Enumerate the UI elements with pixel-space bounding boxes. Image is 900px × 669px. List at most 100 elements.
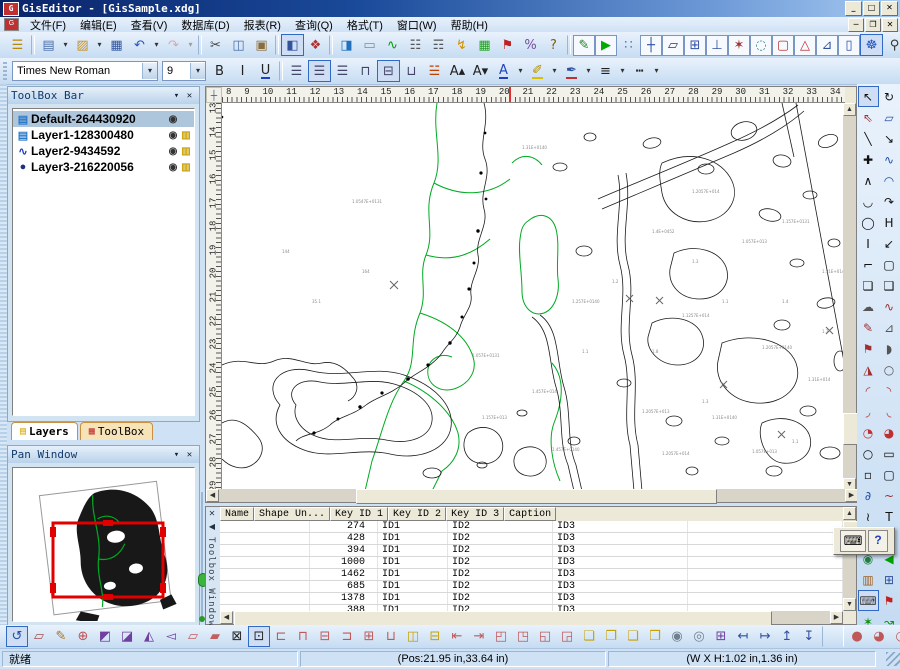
curve-dot-icon[interactable]: ~ xyxy=(879,485,900,506)
table-header-cell[interactable]: Name xyxy=(220,507,254,521)
ink-icon[interactable]: ✎ xyxy=(858,317,879,338)
map-canvas[interactable]: 1.0547E+0131 1.31E+0140 1.2057E+014 1.05… xyxy=(222,103,845,491)
rect-rotate-icon[interactable]: ▱ xyxy=(182,626,204,647)
cut-icon[interactable]: ✂ xyxy=(204,34,227,56)
layer-row-default[interactable]: ▤ Default-264430920 ◉ xyxy=(13,111,194,127)
select-arrow-icon[interactable]: ↖ xyxy=(858,86,879,107)
panel-close-button[interactable]: ✕ xyxy=(183,91,196,101)
layer-database-icon[interactable]: ▥ xyxy=(180,146,192,157)
redo-icon[interactable]: ↷ xyxy=(162,34,185,56)
scroll-up-icon[interactable]: ▲ xyxy=(843,103,856,116)
keyboard-icon[interactable]: ⌨ xyxy=(840,530,866,552)
ruler-origin-icon[interactable]: ┼ xyxy=(206,87,222,103)
union-icon[interactable]: ● xyxy=(846,626,868,647)
line-tool-icon[interactable]: ╲ xyxy=(858,128,879,149)
menu-item[interactable]: 报表(R) xyxy=(237,16,288,34)
highlight-dropdown-icon[interactable]: ▾ xyxy=(549,60,560,82)
print-icon[interactable]: ☷ xyxy=(404,34,427,56)
font-size-combo[interactable]: 9 ▾ xyxy=(162,61,206,81)
mdi-close-button[interactable]: ✕ xyxy=(882,18,898,32)
print-preview-icon[interactable]: ☶ xyxy=(427,34,450,56)
corner-tr-icon[interactable]: ◳ xyxy=(512,626,534,647)
lightning-icon[interactable]: ↯ xyxy=(450,34,473,56)
bring-forward-icon[interactable]: ❑ xyxy=(622,626,644,647)
scrollbar-thumb[interactable] xyxy=(234,611,772,626)
panel-close-button[interactable]: ✕ xyxy=(183,450,196,460)
mdi-minimize-button[interactable]: ─ xyxy=(848,18,864,32)
fill-color-icon[interactable]: ✒ xyxy=(560,60,583,82)
menu-item[interactable]: 查看(V) xyxy=(124,16,175,34)
rotate-free-icon[interactable]: ↺ xyxy=(6,626,28,647)
arc-red2-icon[interactable]: ◝ xyxy=(879,380,900,401)
close-button[interactable]: ✕ xyxy=(881,1,898,16)
rotate-shape-icon[interactable]: ▱ xyxy=(28,626,50,647)
scribble-icon[interactable]: ∿ xyxy=(879,296,900,317)
spline-tool-icon[interactable]: ∿ xyxy=(879,149,900,170)
layer-database-icon[interactable]: ▥ xyxy=(180,162,192,173)
menu-item[interactable]: 数据库(D) xyxy=(174,16,236,34)
table-row[interactable]: 428 ID1 ID2 ID3 xyxy=(220,533,843,545)
paste-icon[interactable]: ▣ xyxy=(250,34,273,56)
flip-v-icon[interactable]: ◭ xyxy=(138,626,160,647)
table-vertical-scrollbar[interactable]: ▲ ▼ xyxy=(843,507,856,611)
edit-mode-icon[interactable]: ✎ xyxy=(573,35,595,56)
grid-snap-icon[interactable]: ⊞ xyxy=(684,35,706,56)
hbar-tool-icon[interactable]: H xyxy=(879,212,900,233)
shape-select-icon[interactable]: ▱ xyxy=(879,107,900,128)
axis-icon[interactable]: ⊥ xyxy=(706,35,728,56)
cross-tool-icon[interactable]: ✚ xyxy=(858,149,879,170)
tab-toolbox[interactable]: ▦ ToolBox xyxy=(80,422,153,440)
table-header-cell[interactable]: Key ID 1 xyxy=(330,507,388,521)
same-width-icon[interactable]: ↤ xyxy=(732,626,754,647)
panel-grip[interactable] xyxy=(0,84,7,625)
combine-icon[interactable]: ◉ xyxy=(666,626,688,647)
paint-icon[interactable]: ✎ xyxy=(50,626,72,647)
same-width2-icon[interactable]: ↦ xyxy=(754,626,776,647)
align-bottom-icon[interactable]: ⊔ xyxy=(400,60,423,82)
layer-database-icon[interactable]: ▥ xyxy=(180,130,192,141)
table-header-cell[interactable]: Key ID 3 xyxy=(446,507,504,521)
highlight-icon[interactable]: ✐ xyxy=(526,60,549,82)
triangle-tool-icon[interactable]: △ xyxy=(794,35,816,56)
toolbar-grip[interactable] xyxy=(3,62,7,80)
lock-icon[interactable]: ⊠ xyxy=(226,626,248,647)
align-left-edge-icon[interactable]: ⊏ xyxy=(270,626,292,647)
chevron-down-icon[interactable]: ▾ xyxy=(190,63,205,79)
map-horizontal-scrollbar[interactable]: ◀ ▶ xyxy=(206,489,858,502)
color-grid-icon[interactable]: ▦ xyxy=(473,34,496,56)
group-icon[interactable]: ⊞ xyxy=(710,626,732,647)
measure-icon[interactable]: ▭ xyxy=(358,34,381,56)
menu-item[interactable]: 查询(Q) xyxy=(288,16,340,34)
menu-item[interactable]: 帮助(H) xyxy=(444,16,495,34)
scroll-left-icon[interactable]: ◀ xyxy=(220,611,233,624)
scroll-down-icon[interactable]: ▼ xyxy=(843,598,856,611)
layer-row-1[interactable]: ▤ Layer1-128300480 ◉ ▥ xyxy=(13,127,194,143)
line-style-icon[interactable]: ┅ xyxy=(628,60,651,82)
map-vertical-scrollbar[interactable]: ▲ ▼ xyxy=(843,103,856,491)
freeform-icon[interactable]: ∂ xyxy=(858,485,879,506)
frame-tool-icon[interactable]: ▯ xyxy=(838,35,860,56)
scrollbar-thumb[interactable] xyxy=(843,413,858,445)
table-header-cell[interactable]: Caption xyxy=(504,507,556,521)
distribute-v-icon[interactable]: ⊟ xyxy=(424,626,446,647)
zoom-icon[interactable]: ⚲ xyxy=(883,34,900,56)
callout2-icon[interactable]: ❑ xyxy=(879,275,900,296)
table-header-cell[interactable]: Shape Un... xyxy=(254,507,330,521)
menu-item[interactable]: 格式(T) xyxy=(340,16,390,34)
line-width-icon[interactable]: ≡ xyxy=(594,60,617,82)
align-left-icon[interactable]: ☰ xyxy=(285,60,308,82)
italic-icon[interactable]: I xyxy=(231,60,254,82)
tab-layers[interactable]: ▤ Layers xyxy=(11,422,78,440)
align-center-icon[interactable]: ☰ xyxy=(308,60,331,82)
corner-tl-icon[interactable]: ◰ xyxy=(490,626,512,647)
table-icon[interactable]: ⊞ xyxy=(879,569,900,590)
distribute-h-icon[interactable]: ◫ xyxy=(402,626,424,647)
table-row[interactable]: 685 ID1 ID2 ID3 xyxy=(220,581,843,593)
panel-menu-button[interactable]: ▾ xyxy=(170,91,183,101)
open-dropdown-icon[interactable]: ▾ xyxy=(94,34,105,56)
table-row[interactable]: 1462 ID1 ID2 ID3 xyxy=(220,569,843,581)
scrollbar-thumb[interactable] xyxy=(356,489,717,504)
dots-grid-icon[interactable]: ∷ xyxy=(617,34,640,56)
select-drag-icon[interactable]: ⊿ xyxy=(816,35,838,56)
rect-tool-icon[interactable]: ▭ xyxy=(879,443,900,464)
